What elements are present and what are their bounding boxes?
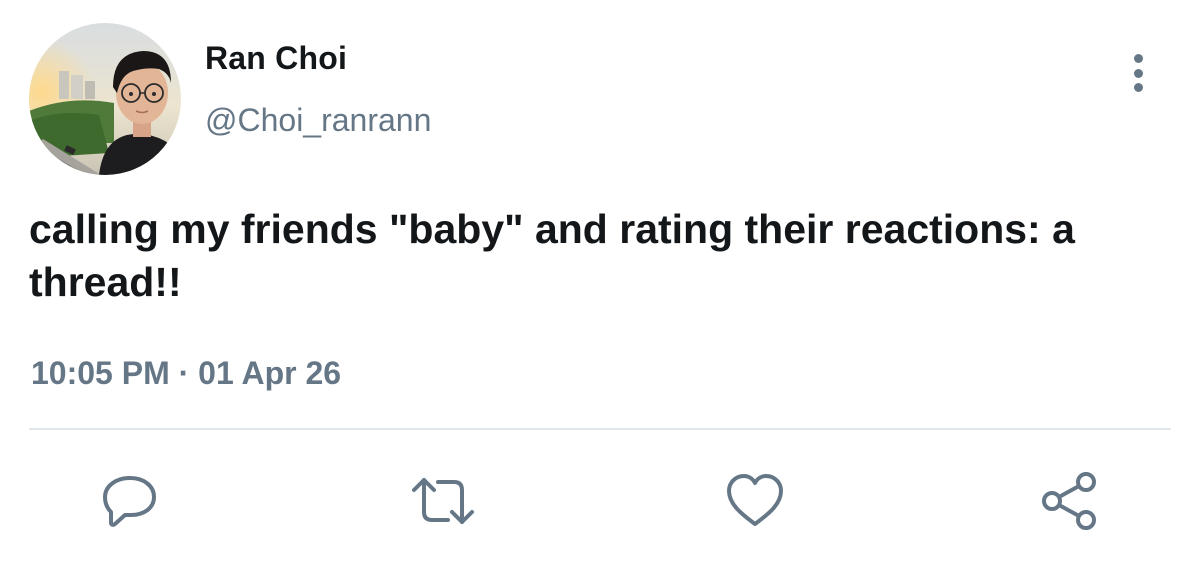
like-icon	[727, 474, 783, 526]
tweet-card: Ran Choi @Choi_ranrann calling my friend…	[0, 0, 1200, 571]
more-dot	[1133, 83, 1143, 92]
avatar-image	[29, 23, 181, 175]
tweet-text: calling my friends "baby" and rating the…	[29, 206, 1087, 305]
tweet-timestamp[interactable]: 10:05 PM · 01 Apr 26	[31, 355, 341, 392]
more-dot	[1133, 54, 1143, 63]
retweet-button[interactable]	[408, 466, 478, 536]
divider	[29, 428, 1171, 430]
share-button[interactable]	[1034, 466, 1104, 536]
reply-button[interactable]	[95, 466, 165, 536]
user-handle[interactable]: @Choi_ranrann	[205, 102, 431, 139]
more-options-icon[interactable]	[1120, 50, 1156, 96]
more-dot	[1133, 68, 1143, 78]
reply-icon	[103, 476, 156, 527]
retweet-icon	[412, 478, 474, 524]
action-bar	[0, 466, 1200, 536]
display-name[interactable]: Ran Choi	[205, 40, 347, 77]
share-icon	[1042, 472, 1096, 530]
avatar[interactable]	[29, 23, 181, 175]
like-button[interactable]	[720, 466, 790, 536]
